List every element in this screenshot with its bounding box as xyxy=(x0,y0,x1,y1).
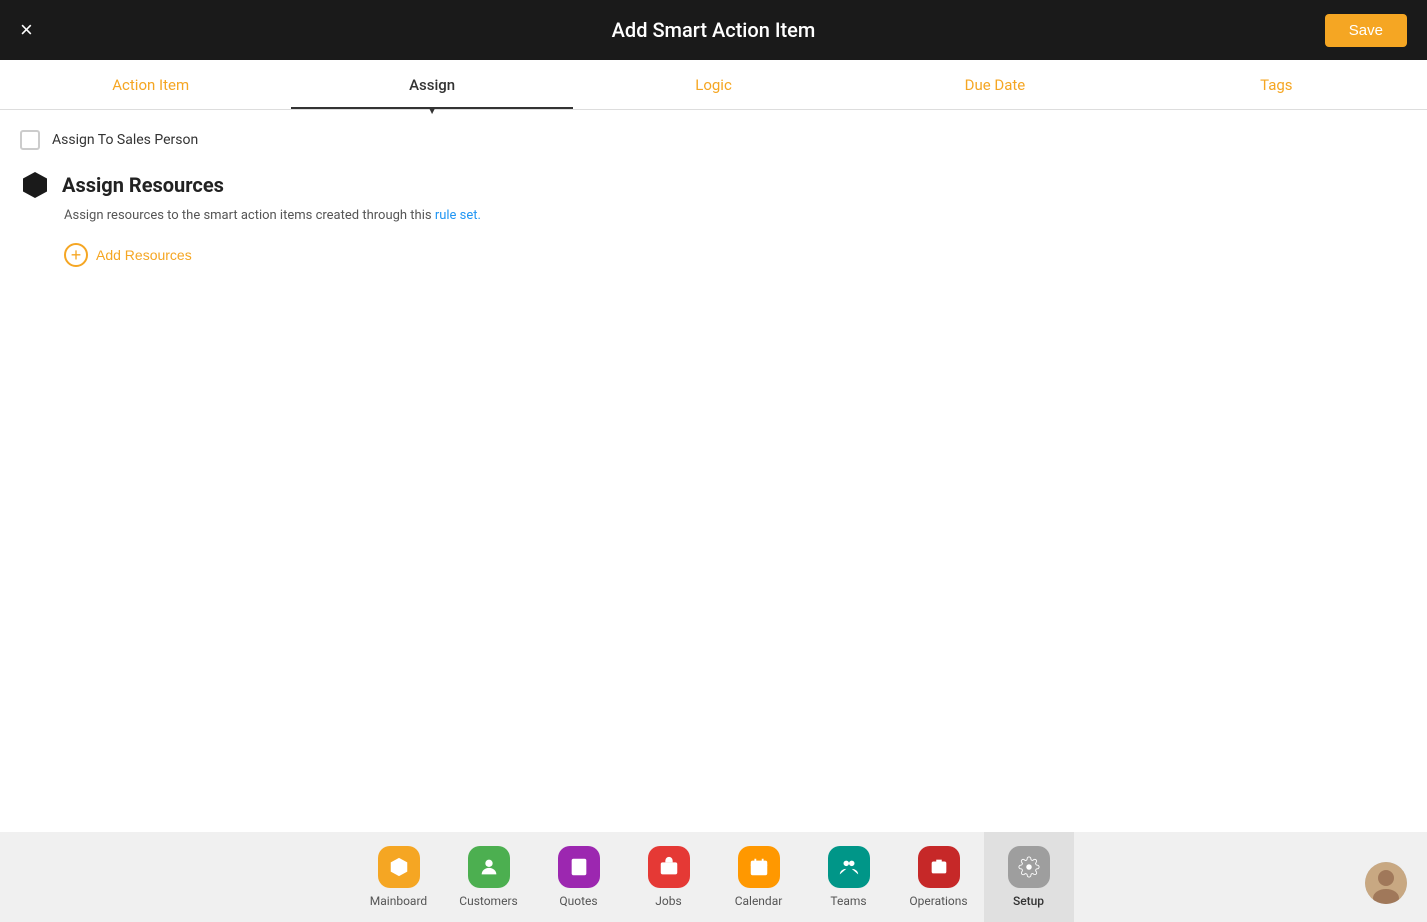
main-content: Assign To Sales Person Assign Resources … xyxy=(0,110,1427,832)
assign-resources-title: Assign Resources xyxy=(62,173,224,197)
nav-item-jobs[interactable]: Jobs xyxy=(624,832,714,922)
assign-sales-label: Assign To Sales Person xyxy=(52,132,198,148)
tab-due-date[interactable]: Due Date xyxy=(854,60,1135,109)
bottom-nav: Mainboard Customers Quotes xyxy=(0,832,1427,922)
nav-item-setup[interactable]: Setup xyxy=(984,832,1074,922)
assign-resources-description: Assign resources to the smart action ite… xyxy=(64,208,1407,223)
add-resources-icon: + xyxy=(64,243,88,267)
tab-action-item[interactable]: Action Item xyxy=(10,60,291,109)
tab-assign[interactable]: Assign xyxy=(291,60,572,109)
assign-sales-checkbox[interactable] xyxy=(20,130,40,150)
customers-label: Customers xyxy=(459,894,517,908)
teams-label: Teams xyxy=(830,894,866,908)
nav-item-mainboard[interactable]: Mainboard xyxy=(354,832,444,922)
page-title: Add Smart Action Item xyxy=(612,18,816,42)
operations-icon xyxy=(918,846,960,888)
nav-item-quotes[interactable]: Quotes xyxy=(534,832,624,922)
quotes-icon xyxy=(558,846,600,888)
quotes-label: Quotes xyxy=(559,894,597,908)
avatar[interactable] xyxy=(1365,862,1407,904)
nav-item-operations[interactable]: Operations xyxy=(894,832,984,922)
mainboard-label: Mainboard xyxy=(370,894,427,908)
jobs-label: Jobs xyxy=(655,894,681,908)
teams-icon xyxy=(828,846,870,888)
tabs-bar: Action Item Assign Logic Due Date Tags xyxy=(0,60,1427,110)
jobs-icon xyxy=(648,846,690,888)
section-header: Assign Resources xyxy=(20,170,1407,200)
nav-item-customers[interactable]: Customers xyxy=(444,832,534,922)
save-button[interactable]: Save xyxy=(1325,14,1407,47)
customers-icon xyxy=(468,846,510,888)
assign-sales-row: Assign To Sales Person xyxy=(20,130,1407,150)
hexagon-icon xyxy=(20,170,50,200)
setup-label: Setup xyxy=(1013,894,1044,908)
nav-item-calendar[interactable]: Calendar xyxy=(714,832,804,922)
tab-tags[interactable]: Tags xyxy=(1136,60,1417,109)
calendar-icon xyxy=(738,846,780,888)
mainboard-icon xyxy=(378,846,420,888)
calendar-label: Calendar xyxy=(735,894,783,908)
add-resources-button[interactable]: + Add Resources xyxy=(64,243,192,267)
add-resources-label: Add Resources xyxy=(96,247,192,263)
nav-item-teams[interactable]: Teams xyxy=(804,832,894,922)
header: × Add Smart Action Item Save xyxy=(0,0,1427,60)
setup-icon xyxy=(1008,846,1050,888)
close-button[interactable]: × xyxy=(20,19,33,41)
tab-logic[interactable]: Logic xyxy=(573,60,854,109)
operations-label: Operations xyxy=(909,894,967,908)
